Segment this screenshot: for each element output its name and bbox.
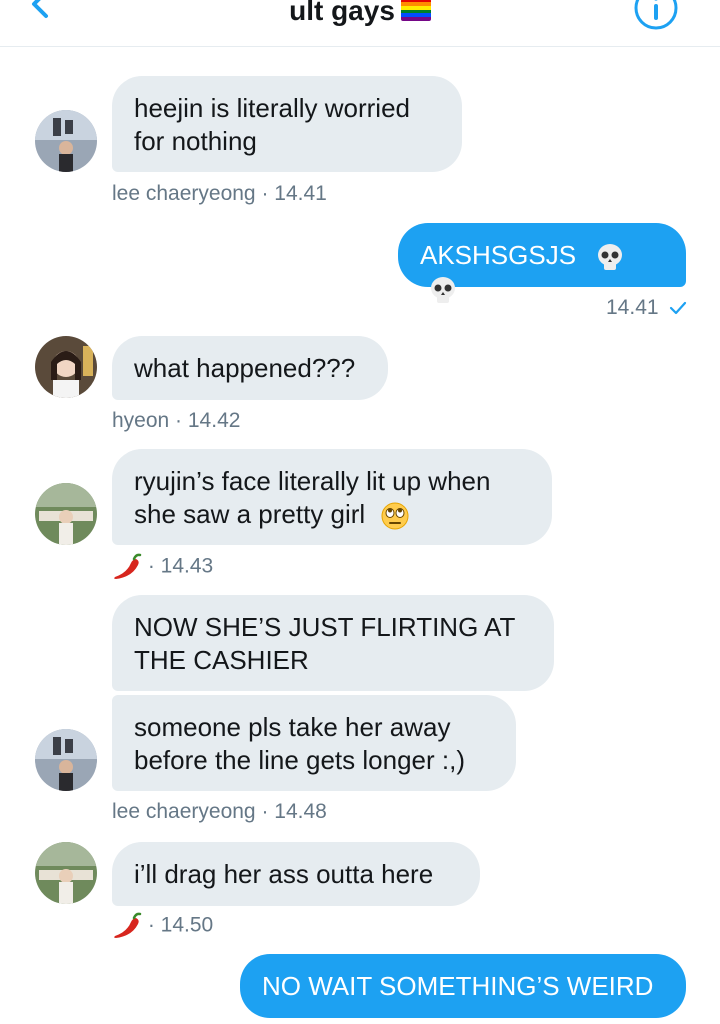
eye-roll-icon — [381, 502, 409, 530]
check-icon — [670, 302, 687, 315]
skull-icon — [598, 244, 623, 271]
message-text: ryujin’s face literally lit up when — [134, 466, 491, 496]
info-icon[interactable] — [632, 0, 680, 32]
avatar[interactable] — [35, 483, 97, 545]
message-time: · 14.50 — [147, 913, 214, 937]
message-text: what happened??? — [134, 353, 356, 383]
message-meta: lee chaeryeong · 14.41 — [112, 182, 327, 205]
chili-pepper-icon — [114, 553, 142, 579]
message-meta: · 14.43 — [112, 553, 213, 581]
message-bubble[interactable]: NOW SHE’S JUST FLIRTING AT THE CASHIER — [112, 595, 554, 691]
message-meta: 14.41 — [606, 295, 688, 321]
rainbow-flag-icon — [400, 0, 431, 21]
message-text: before the line gets longer :,) — [134, 745, 465, 775]
skull-icon — [431, 277, 455, 304]
message-bubble[interactable]: ryujin’s face literally lit up when she … — [112, 449, 552, 545]
message-text: THE CASHIER — [134, 645, 309, 675]
message-bubble[interactable]: i’ll drag her ass outta here — [112, 842, 480, 906]
message-time: 14.41 — [606, 296, 659, 319]
message-bubble-sent[interactable]: AKSHSGSJS — [398, 223, 686, 304]
message-text: NOW SHE’S JUST FLIRTING AT — [134, 612, 516, 642]
message-text: NO WAIT SOMETHING’S WEIRD — [262, 971, 654, 1001]
conversation-title-text: ult gays — [289, 0, 395, 26]
message-text: heejin is literally worried — [134, 93, 410, 123]
message-bubble[interactable]: what happened??? — [112, 336, 388, 400]
avatar[interactable] — [35, 842, 97, 904]
avatar[interactable] — [35, 110, 97, 172]
message-meta: · 14.50 — [112, 912, 213, 940]
conversation-title[interactable]: ult gays — [0, 0, 720, 28]
conversation-header: ult gays — [0, 0, 720, 47]
message-meta: lee chaeryeong · 14.48 — [112, 800, 327, 823]
message-text: for nothing — [134, 126, 257, 156]
message-meta: hyeon · 14.42 — [112, 409, 241, 432]
message-text: AKSHSGSJS — [420, 240, 577, 270]
message-bubble[interactable]: heejin is literally worried for nothing — [112, 76, 462, 172]
message-text: she saw a pretty girl — [134, 498, 530, 531]
chili-pepper-icon — [114, 912, 142, 938]
message-time: · 14.43 — [147, 554, 214, 578]
message-text: i’ll drag her ass outta here — [134, 859, 434, 889]
avatar[interactable] — [35, 336, 97, 398]
message-bubble[interactable]: someone pls take her away before the lin… — [112, 695, 516, 791]
message-bubble-sent[interactable]: NO WAIT SOMETHING’S WEIRD — [240, 954, 686, 1018]
avatar[interactable] — [35, 729, 97, 791]
message-text: someone pls take her away — [134, 712, 451, 742]
